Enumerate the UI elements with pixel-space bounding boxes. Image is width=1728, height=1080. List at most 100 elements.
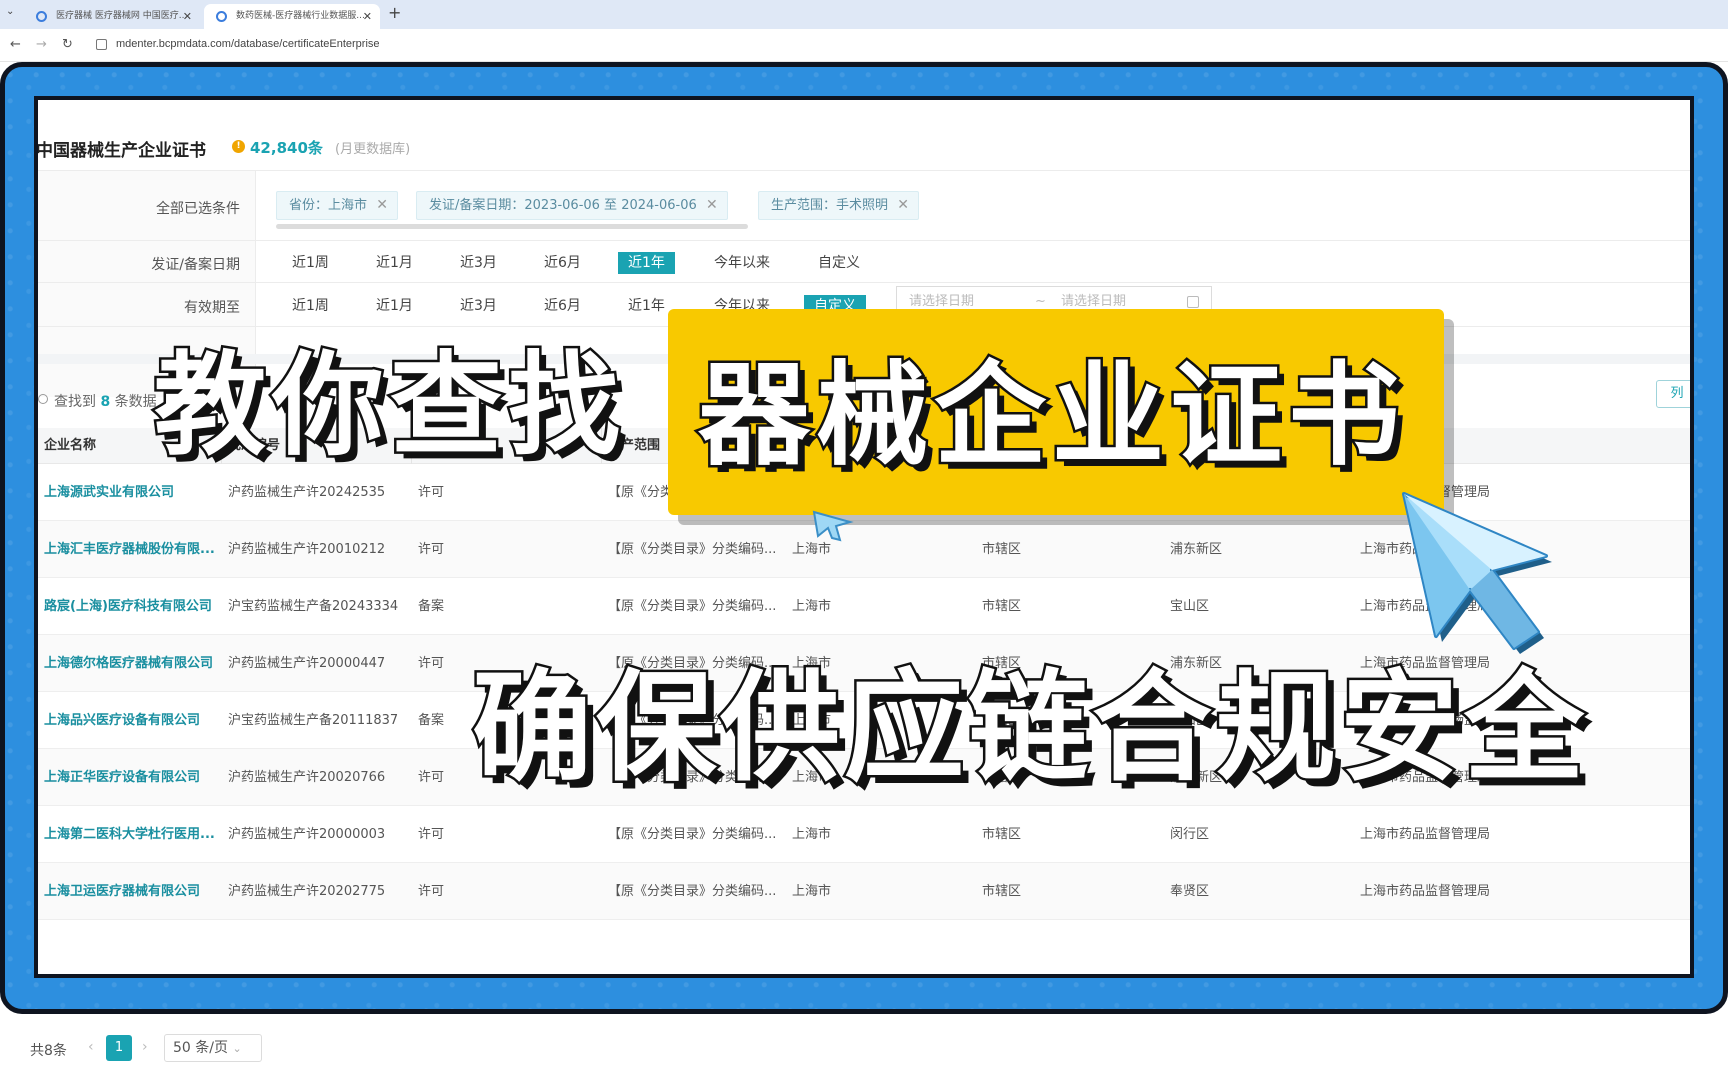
small-cursor-icon <box>812 510 854 542</box>
valid-option-1y[interactable]: 近1年 <box>618 295 675 317</box>
result-suffix: 条数据 <box>114 394 157 410</box>
cell-approval-no: 沪药监械生产许20010212 <box>228 542 386 557</box>
calendar-icon[interactable] <box>1187 296 1199 308</box>
cell-company-name[interactable]: 上海第二医科大学杜行医用... <box>38 806 222 863</box>
tab-list-chevron-icon[interactable]: ⌄ <box>6 6 14 17</box>
cell-company-type: 许可 <box>418 827 445 842</box>
filter-chip-province[interactable]: 省份：上海市 ✕ <box>276 191 399 220</box>
column-settings-button[interactable]: 列 <box>1656 380 1690 408</box>
chip-label: 生产范围：手术照明 <box>771 198 889 213</box>
cell-city: 市辖区 <box>982 599 1022 614</box>
chips-scrollbar[interactable] <box>276 224 748 229</box>
overlay-title-left: 教你查找 <box>152 339 626 474</box>
result-prefix: 查找到 <box>54 394 96 410</box>
table-row[interactable]: 上海第二医科大学杜行医用... 沪药监械生产许20000003 许可 【原《分类目录》… <box>38 806 1690 863</box>
page-size-select[interactable]: 50 条/页 ⌄ <box>164 1034 262 1062</box>
browser-tab-bar: ⌄ 医疗器械 医疗器械网 中国医疗... ✕ 数药医械-医疗器械行业数据服...… <box>0 0 1728 29</box>
cell-issuing-dept: 上海市药品监督管理局 <box>1360 884 1491 899</box>
cell-approval-no: 沪药监械生产许20020766 <box>228 770 386 785</box>
browser-tab-2[interactable]: 数药医械-医疗器械行业数据服... ✕ <box>204 4 380 29</box>
favicon-icon <box>36 11 47 22</box>
cell-city: 市辖区 <box>982 827 1022 842</box>
date-option-1w[interactable]: 近1周 <box>282 252 339 274</box>
date-option-3m[interactable]: 近3月 <box>450 252 507 274</box>
valid-option-6m[interactable]: 近6月 <box>534 295 591 317</box>
forward-arrow-icon[interactable]: → <box>36 37 47 52</box>
cell-production-scope: 【原《分类目录》分类编码... <box>608 827 777 842</box>
cell-company-name[interactable]: 上海卫运医疗器械有限公司 <box>38 863 222 920</box>
table-row[interactable]: 上海卫运医疗器械有限公司 沪药监械生产许20202775 许可 【原《分类目录》分类编… <box>38 863 1690 920</box>
tab-1-label: 医疗器械 医疗器械网 中国医疗... <box>56 11 188 21</box>
address-bar: ← → ↻ mdenter.bcpmdata.com/database/cert… <box>0 29 1728 62</box>
cell-district: 奉贤区 <box>1170 884 1210 899</box>
cell-company-name[interactable]: 上海德尔格医疗器械有限公司 <box>38 635 222 692</box>
page-size-value: 50 条/页 <box>173 1040 228 1056</box>
db-update-note: (月更数据库) <box>335 142 411 157</box>
page-number-current[interactable]: 1 <box>106 1035 132 1061</box>
cell-approval-no: 沪药监械生产许20000003 <box>228 827 386 842</box>
cell-city: 市辖区 <box>982 542 1022 557</box>
browser-tab-1[interactable]: 医疗器械 医疗器械网 中国医疗... ✕ <box>24 4 200 29</box>
date-option-6m[interactable]: 近6月 <box>534 252 591 274</box>
overlay-title-bottom: 确保供应链合规安全 <box>470 657 1588 801</box>
cell-approval-no: 沪宝药监械生产备20243334 <box>228 599 399 614</box>
reload-icon[interactable]: ↻ <box>62 37 73 52</box>
next-page-icon[interactable]: › <box>142 1039 148 1055</box>
issue-date-label: 发证/备案日期 <box>151 257 240 273</box>
date-option-custom[interactable]: 自定义 <box>808 252 870 274</box>
cell-company-name[interactable]: 路宸(上海)医疗科技有限公司 <box>38 578 222 635</box>
filter-chip-date[interactable]: 发证/备案日期：2023-06-06 至 2024-06-06 ✕ <box>416 191 728 220</box>
url-text[interactable]: mdenter.bcpmdata.com/database/certificat… <box>116 38 380 50</box>
valid-option-3m[interactable]: 近3月 <box>450 295 507 317</box>
cell-province: 上海市 <box>792 884 832 899</box>
cell-company-name[interactable]: 上海正华医疗设备有限公司 <box>38 749 222 806</box>
divider <box>38 240 1690 241</box>
cell-company-name[interactable]: 上海品兴医疗设备有限公司 <box>38 692 222 749</box>
cell-company-name[interactable]: 上海汇丰医疗器械股份有限... <box>38 521 222 578</box>
cell-city: 市辖区 <box>982 884 1022 899</box>
chip-close-icon[interactable]: ✕ <box>897 192 909 219</box>
chip-close-icon[interactable]: ✕ <box>376 192 388 219</box>
chip-label: 省份：上海市 <box>289 198 368 213</box>
pagination-total: 共8条 <box>30 1043 67 1059</box>
cell-province: 上海市 <box>792 827 832 842</box>
info-icon[interactable]: ! <box>232 140 245 153</box>
tab-2-label: 数药医械-医疗器械行业数据服... <box>236 11 365 21</box>
chip-close-icon[interactable]: ✕ <box>706 192 718 219</box>
cell-production-scope: 【原《分类目录》分类编码... <box>608 884 777 899</box>
cell-production-scope: 【原《分类目录》分类编码... <box>608 599 777 614</box>
divider <box>38 170 1690 171</box>
cell-company-type: 许可 <box>418 542 445 557</box>
result-count: 8 <box>100 394 111 410</box>
back-arrow-icon[interactable]: ← <box>10 37 21 52</box>
site-info-icon[interactable] <box>96 39 107 50</box>
date-option-1y[interactable]: 近1年 <box>618 252 675 274</box>
prev-page-icon[interactable]: ‹ <box>88 1039 94 1055</box>
result-summary: 查找到 8 条数据 <box>54 391 157 411</box>
divider <box>38 282 1690 283</box>
search-result-icon <box>38 394 48 404</box>
cell-province: 上海市 <box>792 599 832 614</box>
cell-production-scope: 【原《分类目录》分类编码... <box>608 542 777 557</box>
cell-company-type: 许可 <box>418 884 445 899</box>
tab-close-icon[interactable]: ✕ <box>363 4 372 29</box>
tab-close-icon[interactable]: ✕ <box>183 4 192 29</box>
filter-chip-scope[interactable]: 生产范围：手术照明 ✕ <box>758 191 920 220</box>
cell-issuing-dept: 上海市药品监督管理局 <box>1360 827 1491 842</box>
cell-district: 宝山区 <box>1170 599 1210 614</box>
favicon-icon <box>216 11 227 22</box>
new-tab-button[interactable]: + <box>388 3 401 22</box>
record-count: 42,840条 <box>250 139 323 157</box>
selected-conditions-label: 全部已选条件 <box>156 201 240 217</box>
valid-option-1w[interactable]: 近1周 <box>282 295 339 317</box>
cell-approval-no: 沪药监械生产许20000447 <box>228 656 386 671</box>
cell-district: 闵行区 <box>1170 827 1210 842</box>
date-option-1m[interactable]: 近1月 <box>366 252 423 274</box>
page-title: 中国器械生产企业证书 <box>36 141 206 161</box>
cell-district: 浦东新区 <box>1170 542 1223 557</box>
cell-approval-no: 沪宝药监械生产备20111837 <box>228 713 399 728</box>
date-option-ytd[interactable]: 今年以来 <box>704 252 780 274</box>
valid-until-label: 有效期至 <box>184 300 240 316</box>
valid-option-1m[interactable]: 近1月 <box>366 295 423 317</box>
chip-label: 发证/备案日期：2023-06-06 至 2024-06-06 <box>429 198 697 213</box>
